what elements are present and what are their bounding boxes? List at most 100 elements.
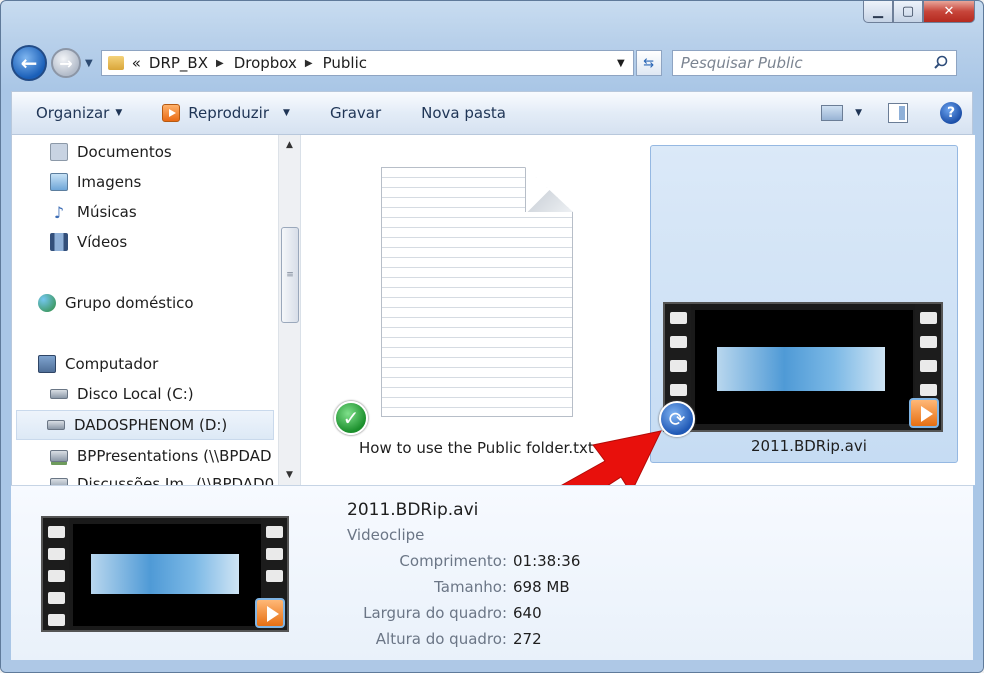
sidebar-item-label: Imagens (77, 173, 142, 191)
synced-check-icon: ✓ (334, 401, 368, 435)
video-frame (73, 524, 261, 626)
new-folder-label: Nova pasta (421, 104, 506, 122)
play-icon (162, 104, 181, 122)
address-dropdown-icon[interactable]: ▼ (617, 58, 625, 69)
computer-icon (38, 355, 56, 373)
new-folder-button[interactable]: Nova pasta (421, 104, 506, 122)
breadcrumb-public[interactable]: Public (323, 54, 367, 72)
film-strip-left (43, 518, 69, 630)
navigation-bar: ← → ▼ « DRP_BX ▶ Dropbox ▶ Public ▼ ⇆ Pe… (11, 41, 973, 85)
view-controls: ▼ ? (821, 102, 962, 124)
breadcrumb-dropbox[interactable]: Dropbox (234, 54, 297, 72)
breadcrumb-overflow[interactable]: « (132, 54, 141, 72)
file-item-video-selected[interactable] (650, 145, 958, 463)
sidebar-item-label: Grupo doméstico (65, 294, 194, 312)
search-placeholder: Pesquisar Public (680, 54, 803, 72)
drive-icon (50, 389, 68, 399)
chevron-down-icon: ▼ (283, 108, 290, 118)
preview-pane-icon[interactable] (888, 103, 908, 123)
file-name-video[interactable]: 2011.BDRip.avi (751, 437, 867, 455)
arrow-right-icon: → (59, 53, 73, 73)
window-controls: ▁ ▢ ✕ (863, 1, 975, 23)
sidebar-item-disco-local-c[interactable]: Disco Local (C:) (50, 379, 194, 409)
navigation-pane: Documentos Imagens ♪ Músicas Vídeos Grup… (11, 135, 300, 485)
page-fold (525, 167, 573, 212)
documents-icon (50, 143, 68, 161)
address-bar[interactable]: « DRP_BX ▶ Dropbox ▶ Public ▼ (100, 50, 634, 76)
prop-value[interactable]: 01:38:36 (513, 552, 580, 570)
sidebar-item-label: Computador (65, 355, 159, 373)
details-file-name: 2011.BDRip.avi (347, 500, 479, 520)
refresh-icon: ⇆ (643, 55, 655, 71)
sidebar-item-videos[interactable]: Vídeos (50, 227, 127, 257)
navigation-scrollbar[interactable]: ▲ ≡ ▼ (278, 135, 300, 485)
play-button[interactable]: Reproduzir ▼ (162, 104, 290, 122)
prop-value[interactable]: 640 (513, 604, 542, 622)
sidebar-item-computador[interactable]: Computador (38, 349, 158, 379)
sky-preview (717, 347, 885, 391)
sidebar-item-dadosphenom-d[interactable]: DADOSPHENOM (D:) (16, 410, 274, 440)
sidebar-item-bppresentations[interactable]: BPPresentations (\\BPDAD (50, 441, 272, 471)
forward-button[interactable]: → (51, 48, 81, 78)
prop-key: Altura do quadro: (375, 630, 507, 648)
arrow-left-icon: ← (20, 51, 38, 75)
search-icon[interactable] (933, 55, 948, 69)
command-bar: Organizar ▼ Reproduzir ▼ Gravar Nova pasta… (11, 91, 973, 135)
sidebar-item-musicas[interactable]: ♪ Músicas (50, 197, 137, 227)
breadcrumb-separator-icon[interactable]: ▶ (216, 58, 224, 69)
minimize-button[interactable]: ▁ (863, 1, 893, 23)
maximize-button[interactable]: ▢ (893, 1, 923, 23)
prop-key: Comprimento: (399, 552, 507, 570)
breadcrumb-separator-icon[interactable]: ▶ (305, 58, 313, 69)
sidebar-item-label: Vídeos (77, 233, 128, 251)
network-drive-icon (50, 478, 68, 485)
sky-preview (91, 554, 239, 594)
sidebar-item-label: Músicas (77, 203, 137, 221)
refresh-button[interactable]: ⇆ (635, 50, 662, 76)
scroll-up-icon[interactable]: ▲ (279, 135, 300, 155)
play-label: Reproduzir (188, 104, 270, 122)
prop-value[interactable]: 698 MB (513, 578, 570, 596)
sidebar-item-documentos[interactable]: Documentos (50, 137, 172, 167)
help-icon[interactable]: ? (940, 102, 962, 124)
sidebar-item-homegroup[interactable]: Grupo doméstico (38, 288, 194, 318)
scroll-down-icon[interactable]: ▼ (279, 465, 300, 485)
scroll-thumb[interactable]: ≡ (281, 227, 299, 323)
close-button[interactable]: ✕ (923, 1, 975, 23)
recent-pages-dropdown[interactable]: ▼ (85, 58, 93, 69)
breadcrumb-drp-bx[interactable]: DRP_BX (149, 54, 208, 72)
file-item-txt[interactable] (381, 167, 573, 417)
folder-icon (107, 56, 124, 70)
burn-label: Gravar (329, 104, 382, 122)
sidebar-item-label: Discussões Im_ (\\BPDAD0 (77, 475, 275, 485)
sidebar-item-label: DADOSPHENOM (D:) (74, 416, 228, 434)
change-view-icon[interactable] (821, 105, 844, 121)
details-prop-length: Comprimento: 01:38:36 (347, 552, 737, 570)
video-frame (695, 310, 913, 424)
pictures-icon (50, 173, 68, 191)
media-player-icon (255, 598, 285, 628)
music-icon: ♪ (50, 203, 68, 222)
prop-key: Tamanho: (434, 578, 507, 596)
burn-button[interactable]: Gravar (330, 104, 381, 122)
organize-button[interactable]: Organizar ▼ (36, 104, 122, 122)
sidebar-item-label: Documentos (77, 143, 172, 161)
sidebar-item-label: BPPresentations (\\BPDAD (77, 447, 272, 465)
prop-key: Largura do quadro: (363, 604, 507, 622)
explorer-window: ▁ ▢ ✕ ← → ▼ « DRP_BX ▶ Dropbox ▶ Public … (0, 0, 984, 673)
video-thumbnail (663, 302, 943, 432)
window-frame-bottom (1, 660, 983, 672)
chevron-down-icon: ▼ (115, 108, 123, 118)
videos-icon (50, 233, 68, 251)
sidebar-item-discussoes[interactable]: Discussões Im_ (\\BPDAD0 (50, 469, 274, 485)
sidebar-item-imagens[interactable]: Imagens (50, 167, 141, 197)
prop-value[interactable]: 272 (513, 630, 542, 648)
view-options-dropdown-icon[interactable]: ▼ (855, 108, 862, 118)
details-file-type: Videoclipe (347, 526, 425, 544)
details-prop-width: Largura do quadro: 640 (347, 604, 737, 622)
organize-label: Organizar (36, 104, 110, 122)
search-input[interactable]: Pesquisar Public (671, 50, 957, 76)
details-pane: 2011.BDRip.avi Videoclipe Comprimento: 0… (11, 485, 973, 661)
network-drive-icon (50, 450, 68, 462)
back-button[interactable]: ← (11, 45, 47, 81)
